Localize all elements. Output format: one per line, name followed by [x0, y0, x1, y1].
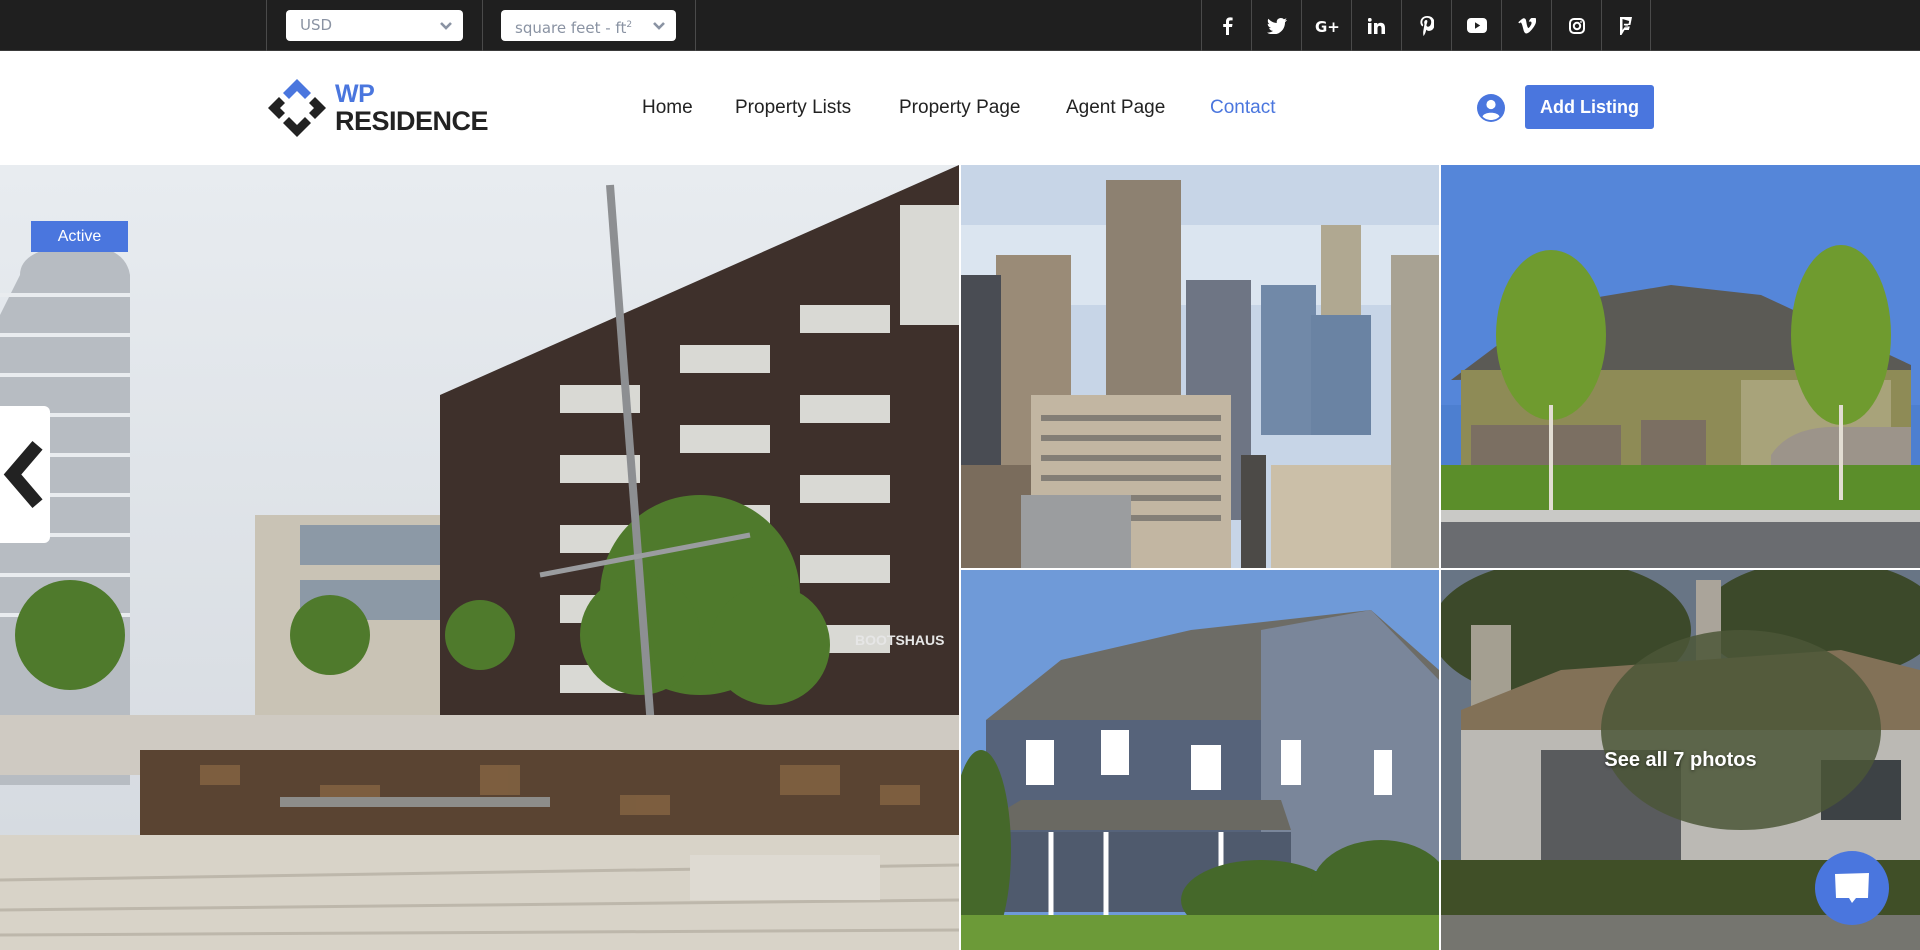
- previous-photo-button[interactable]: [0, 406, 50, 543]
- linkedin-icon: [1368, 17, 1385, 34]
- site-logo[interactable]: WP RESIDENCE: [265, 75, 489, 141]
- chat-bubble-icon: [1835, 873, 1869, 903]
- nav-property-page[interactable]: Property Page: [899, 93, 1020, 123]
- pinterest-link[interactable]: [1401, 0, 1451, 51]
- photo-blue-house[interactable]: [961, 570, 1439, 950]
- linkedin-link[interactable]: [1351, 0, 1401, 51]
- chat-button[interactable]: [1815, 851, 1889, 925]
- chevron-down-icon: [440, 22, 452, 30]
- youtube-icon: [1466, 18, 1487, 33]
- top-bar: USD square feet - ft2 G+: [0, 0, 1920, 51]
- apartments-image: BOOTSHAUS: [0, 165, 959, 950]
- units-superscript: 2: [626, 20, 633, 30]
- bootshaus-sign: BOOTSHAUS: [855, 632, 944, 648]
- facebook-icon: [1222, 16, 1233, 35]
- logo-text-residence: RESIDENCE: [335, 106, 489, 136]
- photo-modern-apartments[interactable]: BOOTSHAUS Active: [0, 165, 959, 950]
- svg-text:G+: G+: [1315, 18, 1339, 34]
- photo-suburban-house[interactable]: [1441, 165, 1920, 568]
- user-account-icon[interactable]: [1477, 94, 1505, 122]
- pinterest-icon: [1419, 15, 1434, 36]
- currency-select-value: USD: [300, 16, 333, 34]
- blue-house-image: [961, 570, 1439, 950]
- divider: [266, 0, 267, 51]
- twitter-link[interactable]: [1251, 0, 1301, 51]
- twitter-icon: [1266, 17, 1287, 34]
- nav-property-lists[interactable]: Property Lists: [735, 93, 851, 123]
- property-gallery: BOOTSHAUS Active See all 7 photos: [0, 165, 1920, 950]
- add-listing-button[interactable]: Add Listing: [1525, 85, 1654, 129]
- units-select[interactable]: square feet - ft2: [501, 10, 676, 41]
- divider: [482, 0, 483, 51]
- currency-select[interactable]: USD: [286, 10, 463, 41]
- google-plus-link[interactable]: G+: [1301, 0, 1351, 51]
- status-badge: Active: [31, 221, 128, 252]
- site-header: WP RESIDENCE Home Property Lists Propert…: [0, 51, 1920, 165]
- vimeo-link[interactable]: [1501, 0, 1551, 51]
- facebook-link[interactable]: [1201, 0, 1251, 51]
- logo-text-wp: WP: [335, 80, 375, 108]
- nav-agent-page[interactable]: Agent Page: [1066, 93, 1165, 123]
- foursquare-link[interactable]: [1601, 0, 1651, 51]
- chevron-down-icon: [653, 22, 665, 30]
- instagram-link[interactable]: [1551, 0, 1601, 51]
- nav-contact[interactable]: Contact: [1210, 93, 1275, 123]
- photo-city-skyline[interactable]: [961, 165, 1439, 568]
- instagram-icon: [1568, 17, 1585, 34]
- city-skyline-image: [961, 165, 1439, 568]
- google-plus-icon: G+: [1315, 18, 1339, 34]
- divider: [695, 0, 696, 51]
- nav-home[interactable]: Home: [642, 93, 693, 123]
- logo-diamond-icon: [268, 79, 326, 137]
- suburban-house-image: [1441, 165, 1920, 568]
- units-select-value: square feet - ft: [515, 19, 627, 37]
- vimeo-icon: [1517, 17, 1536, 33]
- youtube-link[interactable]: [1451, 0, 1501, 51]
- foursquare-icon: [1620, 16, 1632, 35]
- chevron-left-icon: [3, 440, 43, 509]
